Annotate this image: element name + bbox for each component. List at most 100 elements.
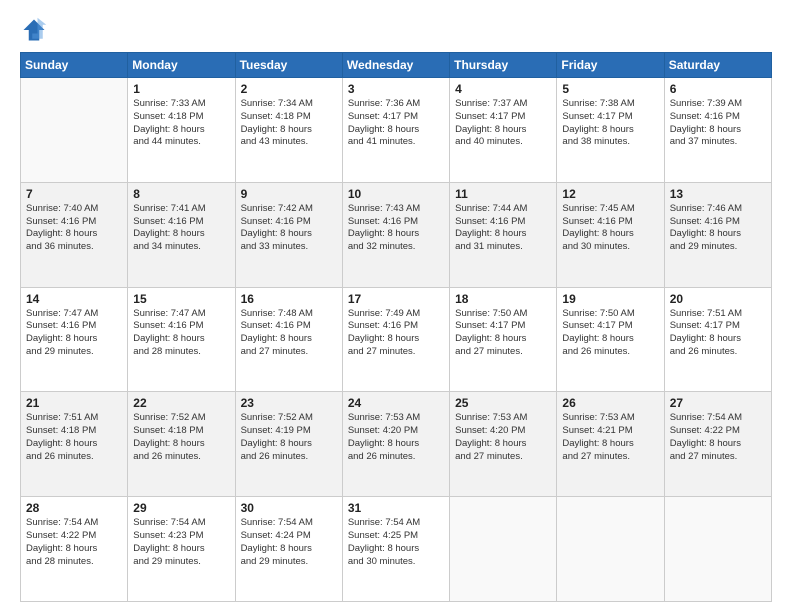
cell-info: Sunrise: 7:47 AM Sunset: 4:16 PM Dayligh…	[133, 308, 229, 359]
calendar-cell: 8 Sunrise: 7:41 AM Sunset: 4:16 PM Daylig…	[128, 182, 235, 287]
day-number: 21	[26, 396, 122, 410]
calendar-cell: 25 Sunrise: 7:53 AM Sunset: 4:20 PM Dayli…	[450, 392, 557, 497]
calendar-cell	[664, 497, 771, 602]
header	[20, 16, 772, 44]
calendar-cell	[21, 78, 128, 183]
calendar-cell: 7Sunrise: 7:40 AM Sunset: 4:16 PM Daylig…	[21, 182, 128, 287]
day-number: 17	[348, 292, 444, 306]
cell-info: Sunrise: 7:50 AM Sunset: 4:17 PM Dayligh…	[455, 308, 551, 359]
weekday-header-friday: Friday	[557, 53, 664, 78]
cell-info: Sunrise: 7:52 AM Sunset: 4:18 PM Dayligh…	[133, 412, 229, 463]
cell-info: Sunrise: 7:45 AM Sunset: 4:16 PM Dayligh…	[562, 203, 658, 254]
cell-info: Sunrise: 7:51 AM Sunset: 4:17 PM Dayligh…	[670, 308, 766, 359]
day-number: 5	[562, 82, 658, 96]
calendar-cell: 23 Sunrise: 7:52 AM Sunset: 4:19 PM Dayli…	[235, 392, 342, 497]
cell-info: Sunrise: 7:37 AM Sunset: 4:17 PM Dayligh…	[455, 98, 551, 149]
day-number: 26	[562, 396, 658, 410]
cell-info: Sunrise: 7:52 AM Sunset: 4:19 PM Dayligh…	[241, 412, 337, 463]
day-number: 6	[670, 82, 766, 96]
generalblue-logo-icon	[20, 16, 48, 44]
cell-info: Sunrise: 7:53 AM Sunset: 4:20 PM Dayligh…	[348, 412, 444, 463]
day-number: 10	[348, 187, 444, 201]
weekday-header-row: SundayMondayTuesdayWednesdayThursdayFrid…	[21, 53, 772, 78]
calendar-cell: 22 Sunrise: 7:52 AM Sunset: 4:18 PM Dayli…	[128, 392, 235, 497]
cell-info: Sunrise: 7:54 AM Sunset: 4:24 PM Dayligh…	[241, 517, 337, 568]
day-number: 29	[133, 501, 229, 515]
cell-info: Sunrise: 7:42 AM Sunset: 4:16 PM Dayligh…	[241, 203, 337, 254]
logo	[20, 16, 52, 44]
calendar-cell	[557, 497, 664, 602]
day-number: 24	[348, 396, 444, 410]
cell-info: Sunrise: 7:48 AM Sunset: 4:16 PM Dayligh…	[241, 308, 337, 359]
calendar-cell: 31Sunrise: 7:54 AM Sunset: 4:25 PM Dayli…	[342, 497, 449, 602]
day-number: 20	[670, 292, 766, 306]
day-number: 28	[26, 501, 122, 515]
day-number: 22	[133, 396, 229, 410]
calendar-cell: 13 Sunrise: 7:46 AM Sunset: 4:16 PM Dayli…	[664, 182, 771, 287]
day-number: 8	[133, 187, 229, 201]
calendar-cell	[450, 497, 557, 602]
calendar-cell: 28 Sunrise: 7:54 AM Sunset: 4:22 PM Dayli…	[21, 497, 128, 602]
day-number: 30	[241, 501, 337, 515]
weekday-header-saturday: Saturday	[664, 53, 771, 78]
calendar-cell: 16 Sunrise: 7:48 AM Sunset: 4:16 PM Dayli…	[235, 287, 342, 392]
day-number: 3	[348, 82, 444, 96]
calendar-cell: 26Sunrise: 7:53 AM Sunset: 4:21 PM Dayli…	[557, 392, 664, 497]
calendar-cell: 14 Sunrise: 7:47 AM Sunset: 4:16 PM Dayli…	[21, 287, 128, 392]
calendar-cell: 10 Sunrise: 7:43 AM Sunset: 4:16 PM Dayli…	[342, 182, 449, 287]
calendar-cell: 12 Sunrise: 7:45 AM Sunset: 4:16 PM Dayli…	[557, 182, 664, 287]
calendar-cell: 30 Sunrise: 7:54 AM Sunset: 4:24 PM Dayli…	[235, 497, 342, 602]
calendar-cell: 15 Sunrise: 7:47 AM Sunset: 4:16 PM Dayli…	[128, 287, 235, 392]
calendar-week-row: 28 Sunrise: 7:54 AM Sunset: 4:22 PM Dayli…	[21, 497, 772, 602]
day-number: 9	[241, 187, 337, 201]
calendar-cell: 29 Sunrise: 7:54 AM Sunset: 4:23 PM Dayli…	[128, 497, 235, 602]
day-number: 15	[133, 292, 229, 306]
calendar-cell: 1 Sunrise: 7:33 AM Sunset: 4:18 PM Daylig…	[128, 78, 235, 183]
day-number: 4	[455, 82, 551, 96]
weekday-header-thursday: Thursday	[450, 53, 557, 78]
day-number: 14	[26, 292, 122, 306]
cell-info: Sunrise: 7:34 AM Sunset: 4:18 PM Dayligh…	[241, 98, 337, 149]
day-number: 16	[241, 292, 337, 306]
day-number: 25	[455, 396, 551, 410]
calendar-cell: 4 Sunrise: 7:37 AM Sunset: 4:17 PM Daylig…	[450, 78, 557, 183]
cell-info: Sunrise: 7:49 AM Sunset: 4:16 PM Dayligh…	[348, 308, 444, 359]
day-number: 1	[133, 82, 229, 96]
day-number: 13	[670, 187, 766, 201]
cell-info: Sunrise: 7:54 AM Sunset: 4:22 PM Dayligh…	[670, 412, 766, 463]
weekday-header-tuesday: Tuesday	[235, 53, 342, 78]
day-number: 23	[241, 396, 337, 410]
calendar-cell: 18Sunrise: 7:50 AM Sunset: 4:17 PM Dayli…	[450, 287, 557, 392]
calendar-table: SundayMondayTuesdayWednesdayThursdayFrid…	[20, 52, 772, 602]
cell-info: Sunrise: 7:53 AM Sunset: 4:20 PM Dayligh…	[455, 412, 551, 463]
calendar-week-row: 7Sunrise: 7:40 AM Sunset: 4:16 PM Daylig…	[21, 182, 772, 287]
cell-info: Sunrise: 7:38 AM Sunset: 4:17 PM Dayligh…	[562, 98, 658, 149]
cell-info: Sunrise: 7:47 AM Sunset: 4:16 PM Dayligh…	[26, 308, 122, 359]
cell-info: Sunrise: 7:46 AM Sunset: 4:16 PM Dayligh…	[670, 203, 766, 254]
day-number: 2	[241, 82, 337, 96]
calendar-week-row: 1 Sunrise: 7:33 AM Sunset: 4:18 PM Daylig…	[21, 78, 772, 183]
calendar-cell: 2 Sunrise: 7:34 AM Sunset: 4:18 PM Daylig…	[235, 78, 342, 183]
cell-info: Sunrise: 7:50 AM Sunset: 4:17 PM Dayligh…	[562, 308, 658, 359]
cell-info: Sunrise: 7:54 AM Sunset: 4:22 PM Dayligh…	[26, 517, 122, 568]
calendar-week-row: 14 Sunrise: 7:47 AM Sunset: 4:16 PM Dayli…	[21, 287, 772, 392]
cell-info: Sunrise: 7:43 AM Sunset: 4:16 PM Dayligh…	[348, 203, 444, 254]
weekday-header-wednesday: Wednesday	[342, 53, 449, 78]
weekday-header-monday: Monday	[128, 53, 235, 78]
cell-info: Sunrise: 7:33 AM Sunset: 4:18 PM Dayligh…	[133, 98, 229, 149]
calendar-cell: 6Sunrise: 7:39 AM Sunset: 4:16 PM Daylig…	[664, 78, 771, 183]
day-number: 12	[562, 187, 658, 201]
calendar-cell: 17 Sunrise: 7:49 AM Sunset: 4:16 PM Dayli…	[342, 287, 449, 392]
calendar-cell: 11Sunrise: 7:44 AM Sunset: 4:16 PM Dayli…	[450, 182, 557, 287]
weekday-header-sunday: Sunday	[21, 53, 128, 78]
day-number: 27	[670, 396, 766, 410]
cell-info: Sunrise: 7:41 AM Sunset: 4:16 PM Dayligh…	[133, 203, 229, 254]
calendar-cell: 20 Sunrise: 7:51 AM Sunset: 4:17 PM Dayli…	[664, 287, 771, 392]
calendar-cell: 3 Sunrise: 7:36 AM Sunset: 4:17 PM Daylig…	[342, 78, 449, 183]
day-number: 19	[562, 292, 658, 306]
day-number: 11	[455, 187, 551, 201]
cell-info: Sunrise: 7:40 AM Sunset: 4:16 PM Dayligh…	[26, 203, 122, 254]
cell-info: Sunrise: 7:54 AM Sunset: 4:23 PM Dayligh…	[133, 517, 229, 568]
day-number: 31	[348, 501, 444, 515]
cell-info: Sunrise: 7:36 AM Sunset: 4:17 PM Dayligh…	[348, 98, 444, 149]
